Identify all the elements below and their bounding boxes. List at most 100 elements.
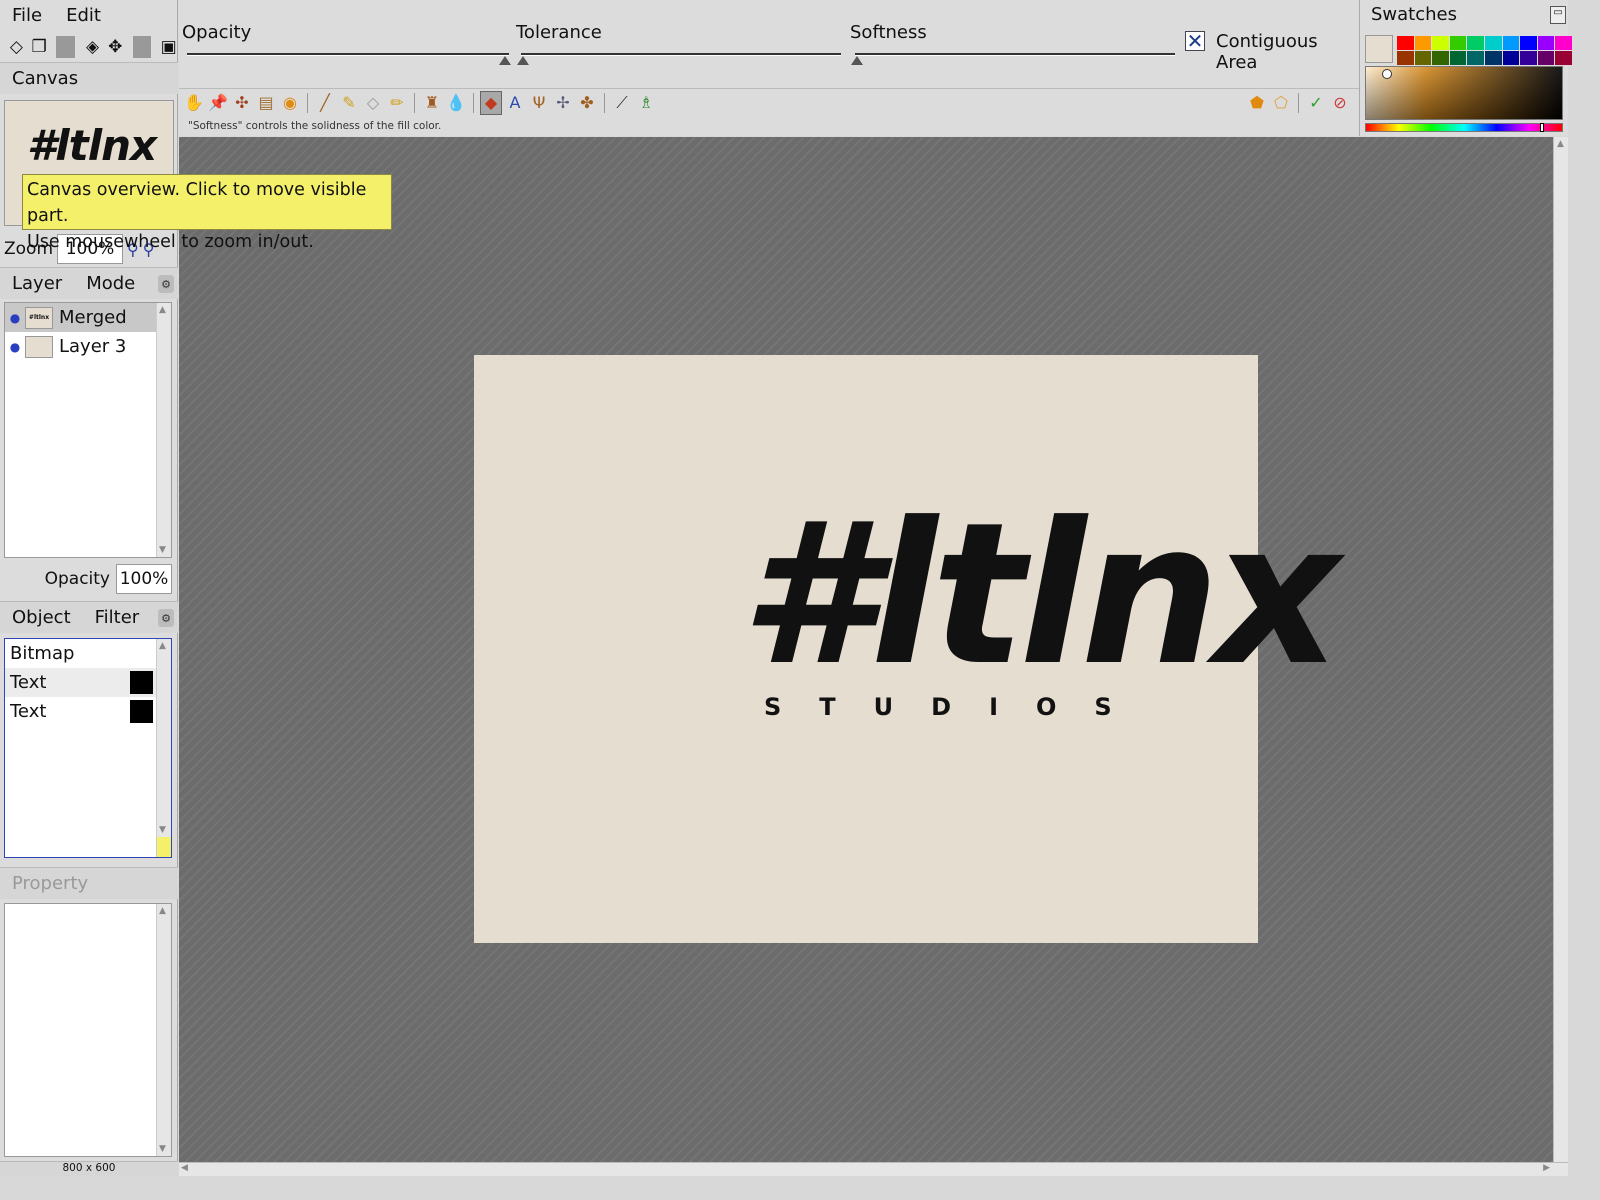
color-picker-square[interactable] — [1365, 66, 1563, 120]
layer-row-layer-3[interactable]: ● Layer 3 — [5, 332, 171, 361]
eyedropper-tool-icon[interactable]: ⟋ — [611, 91, 633, 115]
scroll-left-icon[interactable]: ◀ — [181, 1163, 188, 1173]
document-canvas[interactable]: #ltlnx STUDIOS — [474, 355, 1340, 943]
redo-icon[interactable]: ✥ — [106, 36, 125, 58]
apply-check-icon[interactable]: ✓ — [1305, 91, 1327, 115]
open-document-icon[interactable]: ❐ — [30, 36, 49, 58]
swatch-color-cell[interactable] — [1555, 51, 1572, 65]
canvas-workarea[interactable]: #ltlnx STUDIOS — [179, 137, 1553, 1162]
scroll-down-icon[interactable]: ▼ — [159, 545, 166, 555]
text-tool-icon[interactable]: A — [504, 91, 526, 115]
swatch-color-cell[interactable] — [1449, 51, 1467, 65]
eye-icon[interactable]: ● — [5, 311, 25, 325]
blur-tool-icon[interactable]: 💧 — [445, 91, 467, 115]
hue-slider[interactable] — [1365, 123, 1563, 132]
hand-tool-icon[interactable]: ✋ — [183, 91, 205, 115]
undo-icon[interactable]: ◈ — [83, 36, 102, 58]
panel-pin-icon[interactable]: ⚙ — [158, 275, 174, 293]
tab-mode[interactable]: Mode — [74, 273, 147, 294]
swatch-color-cell[interactable] — [1520, 51, 1537, 65]
panel-pin-icon[interactable]: ⚙ — [158, 609, 174, 627]
mask-remove-icon[interactable]: ⬠ — [1270, 91, 1292, 115]
layer-row-merged[interactable]: ● #ltlnx Merged — [5, 303, 171, 332]
swatch-color-cell[interactable] — [1467, 36, 1484, 50]
swatch-color-cell[interactable] — [1467, 51, 1484, 65]
resize-grip[interactable] — [157, 837, 171, 857]
object-color-swatch[interactable] — [130, 700, 153, 723]
opacity-slider-track[interactable] — [187, 53, 509, 56]
cancel-icon[interactable]: ⊘ — [1329, 91, 1351, 115]
tab-filter[interactable]: Filter — [83, 607, 152, 628]
swatch-color-cell[interactable] — [1537, 36, 1555, 50]
fill-tool-icon[interactable]: ◆ — [480, 90, 502, 115]
softness-slider-track[interactable] — [855, 53, 1175, 56]
eye-icon[interactable]: ● — [5, 340, 25, 354]
layer-list-scrollbar[interactable]: ▲ ▼ — [156, 303, 171, 557]
swatch-color-cell[interactable] — [1432, 36, 1449, 50]
scroll-down-icon[interactable]: ▼ — [159, 825, 166, 835]
canvas-vertical-scrollbar[interactable]: ▲ — [1553, 137, 1568, 1162]
scroll-down-icon[interactable]: ▼ — [159, 1144, 166, 1154]
color-picker-cursor[interactable] — [1382, 69, 1392, 79]
object-row-text[interactable]: Text — [5, 668, 171, 697]
smudge-tool-icon[interactable]: ✢ — [552, 91, 574, 115]
quick-toolbar: ◇ ❐ ◈ ✥ ▣ — [0, 33, 178, 61]
opacity-slider-label: Opacity — [182, 22, 252, 43]
object-row-bitmap[interactable]: Bitmap — [5, 639, 171, 668]
swatch-grid — [1397, 36, 1572, 65]
magic-tool-icon[interactable]: ✤ — [576, 91, 598, 115]
object-color-swatch[interactable] — [130, 671, 153, 694]
export-icon[interactable]: ▣ — [159, 36, 178, 58]
swatch-color-cell[interactable] — [1432, 51, 1449, 65]
canvas-horizontal-scrollbar[interactable]: ◀ ▶ — [179, 1162, 1568, 1176]
stamp-tool-icon[interactable]: ♜ — [421, 91, 443, 115]
swatch-color-cell[interactable] — [1484, 51, 1502, 65]
swatch-color-cell[interactable] — [1397, 36, 1414, 50]
tolerance-slider-track[interactable] — [521, 53, 841, 56]
layer-opacity-label: Opacity — [44, 569, 110, 589]
marker-tool-icon[interactable]: ✏ — [386, 91, 408, 115]
menu-edit[interactable]: Edit — [54, 5, 113, 26]
swatch-color-cell[interactable] — [1484, 36, 1502, 50]
swatch-color-cell[interactable] — [1397, 51, 1414, 65]
bottle-tool-icon[interactable]: ♗ — [635, 91, 657, 115]
object-list-scrollbar[interactable]: ▲ ▼ — [156, 639, 171, 857]
mask-add-icon[interactable]: ⬟ — [1246, 91, 1268, 115]
property-list-scrollbar[interactable]: ▲ ▼ — [156, 904, 171, 1156]
shape-tool-icon[interactable]: Ψ — [528, 91, 550, 115]
swatch-color-cell[interactable] — [1537, 51, 1555, 65]
swatch-color-cell[interactable] — [1414, 51, 1432, 65]
eraser-tool-icon[interactable]: ◇ — [362, 91, 384, 115]
hue-slider-thumb[interactable] — [1540, 123, 1544, 132]
swatch-color-cell[interactable] — [1449, 36, 1467, 50]
swatch-color-cell[interactable] — [1502, 51, 1520, 65]
new-document-icon[interactable]: ◇ — [7, 36, 26, 58]
swatch-color-cell[interactable] — [1520, 36, 1537, 50]
menu-bar: File Edit — [0, 0, 178, 31]
box-tool-icon[interactable]: ▤ — [255, 91, 277, 115]
pin-tool-icon[interactable]: 📌 — [207, 91, 229, 115]
object-row-text[interactable]: Text — [5, 697, 171, 726]
scroll-right-icon[interactable]: ▶ — [1543, 1163, 1550, 1173]
layer-opacity-field[interactable]: 100% — [116, 564, 172, 594]
panel-menu-icon[interactable]: ▭ — [1550, 6, 1566, 24]
tab-object[interactable]: Object — [0, 607, 83, 628]
scroll-up-icon[interactable]: ▲ — [159, 641, 166, 651]
brush-tool-icon[interactable]: ╱ — [314, 91, 336, 115]
swatch-color-cell[interactable] — [1502, 36, 1520, 50]
swatch-color-cell[interactable] — [1414, 36, 1432, 50]
tab-layer[interactable]: Layer — [0, 273, 74, 294]
pencil-tool-icon[interactable]: ✎ — [338, 91, 360, 115]
palette-tool-icon[interactable]: ◉ — [279, 91, 301, 115]
tolerance-slider-thumb[interactable] — [517, 56, 529, 65]
contiguous-area-checkbox[interactable]: ✕ — [1185, 31, 1205, 51]
transform-tool-icon[interactable]: ✣ — [231, 91, 253, 115]
current-color-swatch[interactable] — [1365, 35, 1393, 63]
scroll-up-icon[interactable]: ▲ — [159, 906, 166, 916]
menu-file[interactable]: File — [0, 5, 54, 26]
scroll-up-icon[interactable]: ▲ — [159, 305, 166, 315]
opacity-slider-thumb[interactable] — [499, 56, 511, 65]
swatch-color-cell[interactable] — [1555, 36, 1572, 50]
softness-slider-thumb[interactable] — [851, 56, 863, 65]
scroll-up-icon[interactable]: ▲ — [1557, 139, 1564, 149]
